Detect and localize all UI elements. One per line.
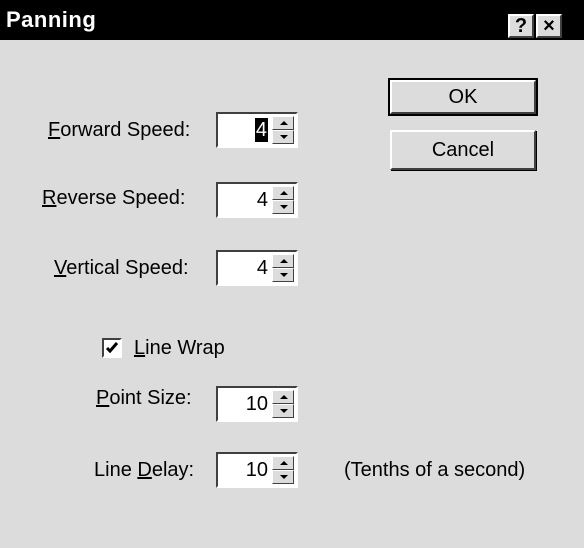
spin-down-icon[interactable] [272, 268, 294, 282]
spin-down-icon[interactable] [272, 130, 294, 144]
line-wrap-label[interactable]: Line Wrap [134, 336, 225, 360]
help-icon: ? [514, 15, 528, 37]
line-wrap-checkbox[interactable] [102, 338, 122, 358]
vertical-speed-value[interactable]: 4 [257, 256, 268, 280]
close-button[interactable]: × [536, 14, 562, 38]
spin-down-icon[interactable] [272, 470, 294, 484]
help-button[interactable]: ? [508, 14, 534, 38]
vertical-speed-label: Vertical Speed: [54, 257, 189, 279]
spin-up-icon[interactable] [272, 186, 294, 200]
line-delay-spinner[interactable]: 10 [216, 452, 298, 488]
point-size-value[interactable]: 10 [246, 392, 268, 416]
ok-button[interactable]: OK [388, 78, 538, 116]
line-delay-units: (Tenths of a second) [344, 459, 526, 481]
cancel-button[interactable]: Cancel [390, 130, 536, 170]
line-delay-label: Line Delay: [94, 459, 195, 481]
line-delay-value[interactable]: 10 [246, 458, 268, 482]
reverse-speed-value[interactable]: 4 [257, 188, 268, 212]
forward-speed-spinner[interactable]: 4 [216, 112, 298, 148]
reverse-speed-label: Reverse Speed: [42, 187, 186, 209]
forward-speed-value[interactable]: 4 [254, 118, 268, 142]
point-size-label: Point Size: [96, 387, 192, 409]
panning-dialog: Panning ? × OK Cancel Forward Speed: 4 R… [0, 0, 584, 548]
spin-up-icon[interactable] [272, 456, 294, 470]
vertical-speed-spinner[interactable]: 4 [216, 250, 298, 286]
spin-up-icon[interactable] [272, 390, 294, 404]
spin-up-icon[interactable] [272, 254, 294, 268]
forward-speed-label: Forward Speed: [48, 119, 191, 141]
reverse-speed-spinner[interactable]: 4 [216, 182, 298, 218]
window-title: Panning [6, 7, 97, 32]
close-icon: × [543, 15, 555, 37]
title-bar: Panning ? × [0, 0, 584, 40]
spin-down-icon[interactable] [272, 404, 294, 418]
checkmark-icon [105, 342, 119, 354]
spin-down-icon[interactable] [272, 200, 294, 214]
spin-up-icon[interactable] [272, 116, 294, 130]
point-size-spinner[interactable]: 10 [216, 386, 298, 422]
